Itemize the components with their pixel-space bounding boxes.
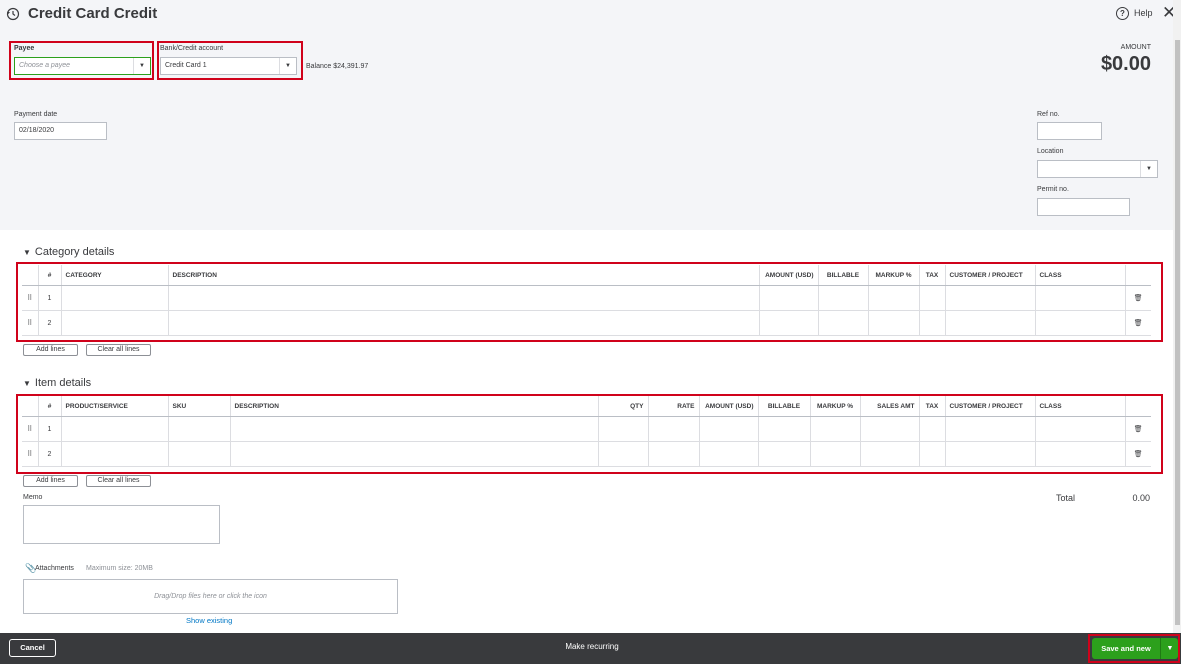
make-recurring-link[interactable]: Make recurring <box>530 642 654 651</box>
amount-label: AMOUNT <box>1120 44 1151 51</box>
show-existing-link[interactable]: Show existing <box>186 616 232 625</box>
item-add-lines-button[interactable]: Add lines <box>23 475 78 487</box>
memo-label: Memo <box>23 494 43 501</box>
total-value: 0.00 <box>1132 493 1150 503</box>
location-label: Location <box>1037 148 1064 155</box>
amount-total: $0.00 <box>1100 53 1151 75</box>
memo-textarea[interactable] <box>23 505 220 544</box>
caret-down-icon: ▼ <box>23 248 31 257</box>
total-label: Total <box>1056 493 1076 503</box>
highlight-category-table <box>16 262 1163 342</box>
highlight-bank-account <box>157 41 303 80</box>
dropzone-hint: Drag/Drop files here or click the icon <box>154 593 267 600</box>
permit-no-input[interactable] <box>1037 198 1130 216</box>
highlight-item-table <box>16 394 1163 474</box>
item-clear-lines-button[interactable]: Clear all lines <box>86 475 151 487</box>
category-add-lines-button[interactable]: Add lines <box>23 344 78 356</box>
chevron-down-icon[interactable]: ▼ <box>1140 161 1157 177</box>
ref-no-label: Ref no. <box>1037 111 1060 118</box>
attachments-dropzone[interactable]: Drag/Drop files here or click the icon <box>23 579 398 614</box>
header-panel <box>0 0 1173 230</box>
help-link[interactable]: Help <box>1134 8 1153 18</box>
item-details-title: Item details <box>34 377 92 389</box>
location-select[interactable]: ▼ <box>1037 160 1158 178</box>
category-details-toggle[interactable]: ▼ Category details <box>23 246 114 258</box>
payment-date-label: Payment date <box>14 111 58 118</box>
category-clear-lines-button[interactable]: Clear all lines <box>86 344 151 356</box>
permit-no-label: Permit no. <box>1037 186 1069 193</box>
attachments-label: Attachments <box>35 565 74 572</box>
scrollbar-thumb[interactable] <box>1175 40 1180 625</box>
highlight-payee <box>9 41 154 80</box>
cancel-button[interactable]: Cancel <box>9 639 56 657</box>
item-details-toggle[interactable]: ▼ Item details <box>23 377 91 389</box>
attachments-max-size: Maximum size: 20MB <box>86 565 153 572</box>
account-balance: Balance $24,391.97 <box>306 63 369 70</box>
history-icon[interactable] <box>6 7 20 21</box>
page-title: Credit Card Credit <box>28 5 158 22</box>
help-icon[interactable]: ? <box>1116 7 1129 20</box>
ref-no-input[interactable] <box>1037 122 1102 140</box>
category-details-title: Category details <box>34 246 115 258</box>
highlight-save-button <box>1088 634 1180 663</box>
payment-date-input[interactable]: 02/18/2020 <box>14 122 107 140</box>
caret-down-icon: ▼ <box>23 379 31 388</box>
